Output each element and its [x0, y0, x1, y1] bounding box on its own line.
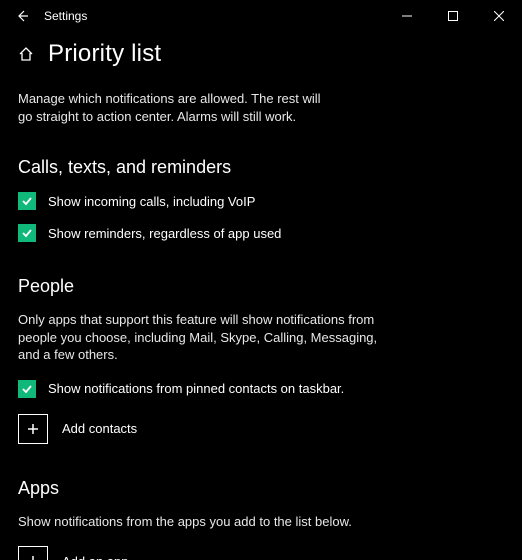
back-button[interactable] — [10, 9, 34, 23]
section-heading-people: People — [18, 276, 504, 297]
close-icon — [494, 11, 504, 21]
section-heading-calls: Calls, texts, and reminders — [18, 157, 504, 178]
section-heading-apps: Apps — [18, 478, 504, 499]
checkbox-incoming-calls[interactable]: Show incoming calls, including VoIP — [18, 192, 504, 210]
add-app-button[interactable]: Add an app — [18, 546, 504, 560]
page-title: Priority list — [48, 40, 161, 68]
section-description-people: Only apps that support this feature will… — [18, 311, 378, 364]
page-header: Priority list — [18, 40, 504, 68]
section-description-apps: Show notifications from the apps you add… — [18, 513, 378, 531]
maximize-button[interactable] — [430, 0, 476, 32]
checkmark-icon — [18, 192, 36, 210]
checkbox-label: Show reminders, regardless of app used — [48, 226, 281, 241]
add-label: Add contacts — [62, 421, 137, 436]
home-icon — [18, 46, 34, 62]
plus-icon — [18, 546, 48, 560]
minimize-icon — [402, 11, 412, 21]
home-button[interactable] — [18, 46, 36, 62]
page-description: Manage which notifications are allowed. … — [18, 90, 338, 125]
checkbox-pinned-contacts[interactable]: Show notifications from pinned contacts … — [18, 380, 504, 398]
plus-icon — [18, 414, 48, 444]
maximize-icon — [448, 11, 458, 21]
add-contacts-button[interactable]: Add contacts — [18, 414, 504, 444]
checkmark-icon — [18, 224, 36, 242]
close-button[interactable] — [476, 0, 522, 32]
add-label: Add an app — [62, 554, 129, 560]
minimize-button[interactable] — [384, 0, 430, 32]
checkbox-reminders[interactable]: Show reminders, regardless of app used — [18, 224, 504, 242]
checkbox-label: Show incoming calls, including VoIP — [48, 194, 255, 209]
arrow-left-icon — [15, 9, 29, 23]
checkbox-label: Show notifications from pinned contacts … — [48, 381, 344, 396]
checkmark-icon — [18, 380, 36, 398]
window-title: Settings — [44, 9, 87, 23]
titlebar: Settings — [0, 0, 522, 32]
